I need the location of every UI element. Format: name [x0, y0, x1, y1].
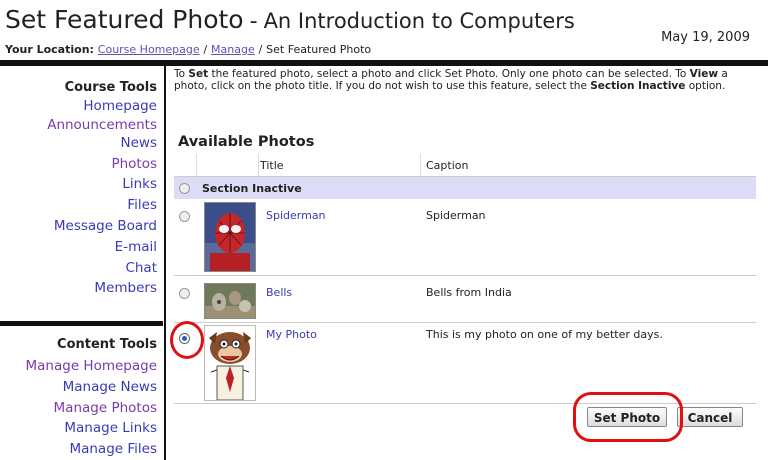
- photo-title-link[interactable]: Spiderman: [266, 209, 326, 222]
- breadcrumb-current: Set Featured Photo: [266, 43, 372, 56]
- course-tools-title: Course Tools: [64, 80, 157, 95]
- intro-text: the featured photo, select a photo and c…: [208, 68, 690, 80]
- sidebar-item-manage-homepage[interactable]: Manage Homepage: [26, 356, 158, 377]
- breadcrumb-manage[interactable]: Manage: [211, 43, 255, 56]
- col-divider: [420, 154, 421, 176]
- sidebar-item-news[interactable]: News: [47, 133, 157, 154]
- sidebar-item-manage-news[interactable]: Manage News: [26, 377, 157, 398]
- my-photo-thumbnail: [204, 325, 256, 401]
- sidebar-item-chat[interactable]: Chat: [47, 258, 157, 279]
- breadcrumb-sep: /: [258, 43, 263, 56]
- sidebar-item-homepage[interactable]: Homepage: [47, 96, 157, 117]
- sidebar-item-manage-photos[interactable]: Manage Photos: [26, 398, 157, 419]
- sidebar-item-links[interactable]: Links: [47, 174, 157, 195]
- spiderman-thumbnail: [204, 202, 256, 272]
- date-label: May 19, 2009: [661, 30, 750, 45]
- photo-radio-spiderman[interactable]: [179, 211, 190, 222]
- instructions: To Set the featured photo, select a phot…: [174, 68, 734, 92]
- title-separator: -: [249, 9, 258, 34]
- intro-text: option.: [685, 79, 726, 92]
- table-row: Spiderman Spiderman: [174, 199, 756, 276]
- section-inactive-label: Section Inactive: [202, 182, 302, 195]
- course-name: An Introduction to Computers: [263, 9, 575, 33]
- sidebar-item-announcements[interactable]: Announcements: [47, 117, 157, 133]
- content-tools-nav: Manage Homepage Manage News Manage Photo…: [26, 356, 158, 460]
- annotation-circle-radio: [170, 321, 204, 359]
- table-row: Bells Bells from India: [174, 276, 756, 323]
- col-divider: [258, 154, 259, 176]
- sidebar-item-message-board[interactable]: Message Board: [47, 216, 157, 237]
- column-caption: Caption: [426, 159, 469, 172]
- intro-bold: Set: [188, 68, 209, 80]
- col-divider: [196, 154, 197, 176]
- intro-bold: View: [689, 68, 719, 80]
- section-inactive-radio[interactable]: [179, 183, 190, 194]
- intro-bold: Section Inactive: [590, 79, 686, 92]
- breadcrumb: Your Location: Course Homepage / Manage …: [5, 43, 371, 56]
- page-header: Set Featured Photo - An Introduction to Co…: [0, 0, 768, 64]
- sidebar-item-members[interactable]: Members: [47, 278, 157, 299]
- course-tools-nav: Homepage Announcements News Photos Links…: [47, 96, 157, 299]
- page-title-text: Set Featured Photo: [5, 5, 244, 34]
- sidebar: Course Tools Homepage Announcements News…: [0, 66, 163, 460]
- taz-image: [205, 326, 255, 400]
- bells-thumbnail: [204, 283, 256, 319]
- breadcrumb-course-homepage[interactable]: Course Homepage: [98, 43, 200, 56]
- spiderman-image: [205, 203, 255, 271]
- section-inactive-row: Section Inactive: [174, 177, 756, 199]
- photo-caption: Spiderman: [426, 209, 486, 222]
- intro-text: To: [174, 68, 189, 80]
- sidebar-item-manage-links[interactable]: Manage Links: [26, 418, 157, 439]
- bells-image: [205, 284, 255, 318]
- cancel-button[interactable]: Cancel: [677, 407, 743, 427]
- photo-radio-bells[interactable]: [179, 288, 190, 299]
- sidebar-item-photos[interactable]: Photos: [47, 154, 157, 175]
- page-title: Set Featured Photo - An Introduction to Co…: [5, 5, 575, 34]
- photo-caption: This is my photo on one of my better day…: [426, 328, 663, 341]
- breadcrumb-sep: /: [203, 43, 208, 56]
- sidebar-divider: [0, 321, 163, 326]
- table-header: Title Caption: [174, 154, 756, 177]
- location-label: Your Location:: [5, 43, 94, 56]
- photo-caption: Bells from India: [426, 286, 512, 299]
- annotation-circle-button: [573, 392, 683, 442]
- sidebar-item-files[interactable]: Files: [47, 195, 157, 216]
- content-tools-title: Content Tools: [57, 337, 157, 352]
- available-photos-heading: Available Photos: [178, 134, 315, 150]
- sidebar-item-email[interactable]: E-mail: [47, 237, 157, 258]
- photo-title-link[interactable]: My Photo: [266, 328, 317, 341]
- sidebar-item-manage-files[interactable]: Manage Files: [26, 439, 157, 460]
- photo-title-link[interactable]: Bells: [266, 286, 292, 299]
- column-title: Title: [260, 159, 284, 172]
